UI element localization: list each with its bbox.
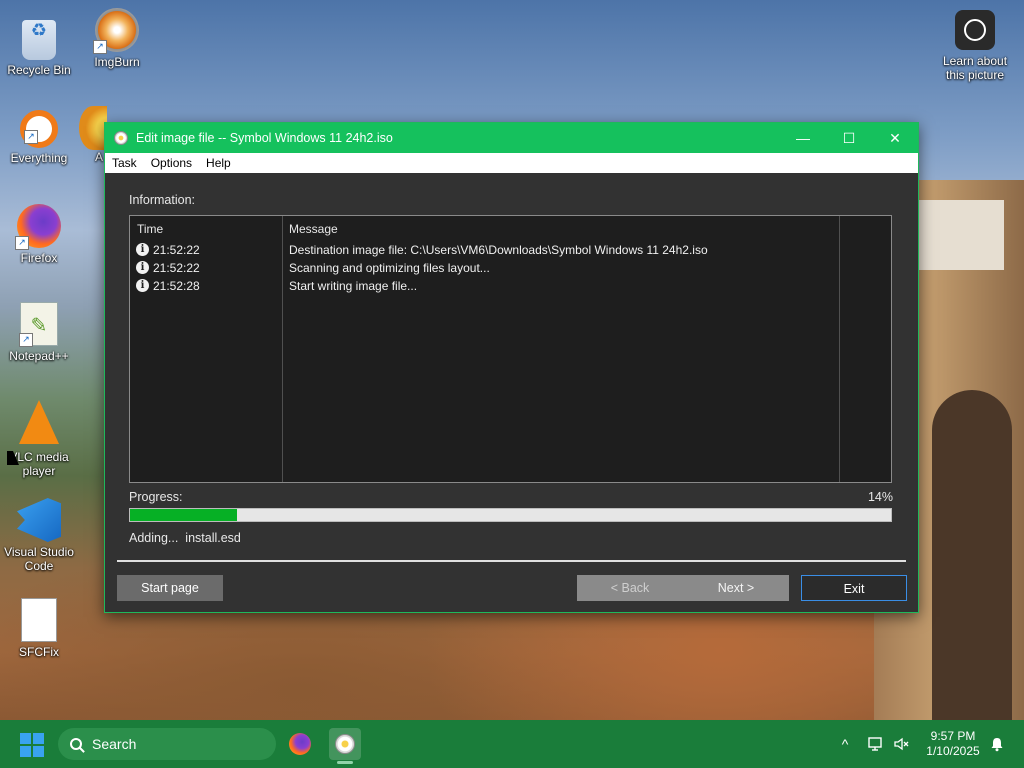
desktop-icon-label: SFCFix	[19, 645, 59, 659]
desktop-icon-learn-picture[interactable]: Learn about this picture	[937, 10, 1013, 82]
desktop-icon-label: Learn about this picture	[942, 54, 1008, 82]
divider	[117, 560, 906, 562]
windows-logo-icon	[20, 733, 31, 744]
imgburn-icon: ↗	[93, 8, 139, 54]
taskbar: Search ^ 9:57 PM 1/10/2025	[0, 720, 1024, 768]
notepadpp-icon: ✎ ↗	[19, 302, 58, 347]
progress-bar	[129, 508, 892, 522]
learn-picture-icon	[955, 10, 995, 50]
progress-bar-fill	[130, 509, 237, 521]
shortcut-arrow-icon: ↗	[15, 236, 29, 250]
maximize-button[interactable]: ☐	[826, 123, 872, 153]
log-time: 21:52:22	[153, 261, 200, 275]
desktop-icon-firefox[interactable]: ↗ Firefox	[1, 204, 77, 265]
app-icon	[79, 106, 107, 150]
vlc-icon	[19, 400, 59, 444]
desktop-icon-vscode[interactable]: Visual Studio Code	[1, 498, 77, 573]
info-icon: i	[136, 279, 149, 292]
imgburn-window: Edit image file -- Symbol Windows 11 24h…	[104, 122, 919, 613]
windows-logo-icon	[20, 746, 31, 757]
log-list[interactable]: Time Message i 21:52:22 Destination imag…	[129, 215, 892, 483]
taskbar-search[interactable]: Search	[58, 728, 276, 760]
search-placeholder: Search	[92, 736, 137, 752]
search-icon	[70, 738, 82, 750]
info-icon: i	[136, 243, 149, 256]
desktop-icon-label: Everything	[10, 151, 68, 165]
desktop-icon-imgburn[interactable]: ↗ ImgBurn	[79, 8, 155, 69]
log-row[interactable]: i 21:52:22 Scanning and optimizing files…	[130, 259, 891, 277]
show-hidden-icons-chevron[interactable]: ^	[834, 720, 856, 768]
back-button[interactable]: < Back	[577, 575, 683, 601]
log-row[interactable]: i 21:52:22 Destination image file: C:\Us…	[130, 241, 891, 259]
minimize-button[interactable]: —	[780, 123, 826, 153]
log-message: Scanning and optimizing files layout...	[289, 261, 490, 275]
recycle-bin-icon: ♻	[22, 20, 56, 60]
taskbar-firefox[interactable]	[284, 728, 316, 760]
desktop-icon-label: Recycle Bin	[7, 63, 71, 77]
window-controls: — ☐ ✕	[780, 123, 918, 153]
desktop-icon-label: A	[95, 150, 104, 164]
imgburn-app-icon[interactable]	[114, 131, 128, 145]
title-bar[interactable]: Edit image file -- Symbol Windows 11 24h…	[105, 123, 918, 153]
firefox-icon	[289, 733, 311, 755]
desktop-icon-recycle-bin[interactable]: ♻ Recycle Bin	[1, 8, 77, 77]
desktop-icon-a[interactable]: A	[79, 106, 107, 164]
windows-logo-icon	[33, 746, 44, 757]
progress-label: Progress:	[129, 490, 183, 504]
everything-icon: ↗	[20, 110, 58, 148]
volume-muted-icon[interactable]	[892, 720, 912, 768]
log-message: Start writing image file...	[289, 279, 418, 293]
menu-task[interactable]: Task	[105, 156, 144, 170]
log-message: Destination image file: C:\Users\VM6\Dow…	[289, 243, 708, 257]
wallpaper-arch	[932, 390, 1012, 720]
windows-logo-icon	[33, 733, 44, 744]
clock-date: 1/10/2025	[926, 744, 980, 758]
imgburn-icon	[335, 734, 355, 754]
vscode-icon	[17, 498, 61, 542]
network-icon[interactable]	[866, 720, 886, 768]
desktop-icon-sfcfix[interactable]: SFCFix	[1, 598, 77, 659]
desktop-icon-label: Visual Studio Code	[4, 545, 74, 573]
desktop-icon-label: ImgBurn	[94, 55, 140, 69]
shortcut-arrow-icon: ↗	[19, 333, 33, 347]
window-body: Information: Time Message i 21:52:22 Des…	[105, 173, 918, 612]
shortcut-arrow-icon: ↗	[93, 40, 107, 54]
column-header-message[interactable]: Message	[289, 216, 338, 240]
desktop-icon-label: Firefox	[20, 251, 58, 265]
desktop-icon-everything[interactable]: ↗ Everything	[1, 106, 77, 165]
shortcut-arrow-icon: ↗	[24, 130, 38, 144]
log-time: 21:52:22	[153, 243, 200, 257]
desktop-icon-notepadpp[interactable]: ✎ ↗ Notepad++	[1, 302, 77, 363]
menu-options[interactable]: Options	[144, 156, 199, 170]
desktop-icon-label: Notepad++	[9, 349, 69, 363]
desktop-icon-vlc[interactable]: VLC media player	[1, 400, 77, 478]
window-title: Edit image file -- Symbol Windows 11 24h…	[136, 131, 393, 145]
status-text: Adding... install.esd	[129, 531, 241, 545]
file-icon	[21, 598, 57, 642]
information-label: Information:	[129, 193, 196, 207]
exit-button[interactable]: Exit	[801, 575, 907, 601]
menu-bar: Task Options Help	[105, 153, 918, 173]
log-row[interactable]: i 21:52:28 Start writing image file...	[130, 277, 891, 295]
info-icon: i	[136, 261, 149, 274]
system-clock[interactable]: 9:57 PM 1/10/2025	[918, 729, 988, 759]
progress-percent: 14%	[867, 490, 893, 504]
firefox-icon: ↗	[15, 204, 61, 250]
close-button[interactable]: ✕	[872, 123, 918, 153]
start-page-button[interactable]: Start page	[117, 575, 223, 601]
log-time: 21:52:28	[153, 279, 200, 293]
taskbar-imgburn[interactable]	[329, 728, 361, 764]
start-button[interactable]	[20, 733, 44, 757]
mouse-cursor	[7, 451, 19, 465]
notification-bell-icon[interactable]	[989, 736, 1005, 752]
menu-help[interactable]: Help	[199, 156, 238, 170]
clock-time: 9:57 PM	[930, 729, 976, 743]
column-header-time[interactable]: Time	[137, 216, 163, 240]
next-button[interactable]: Next >	[683, 575, 789, 601]
